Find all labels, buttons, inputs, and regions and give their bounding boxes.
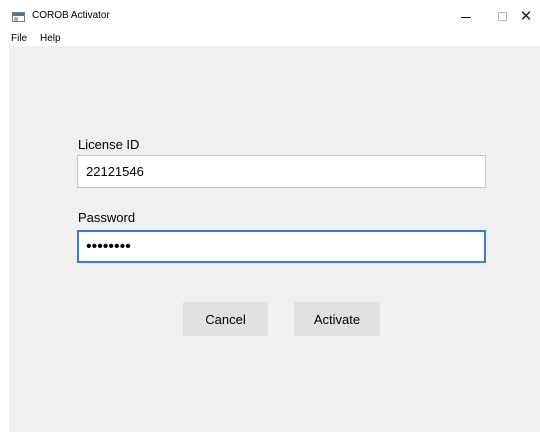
menu-bar: File Help — [0, 32, 540, 46]
window-title: COROB Activator — [32, 10, 110, 21]
title-bar[interactable]: COROB Activator ✕ — [0, 0, 540, 32]
password-input[interactable] — [77, 230, 486, 263]
activation-form: License ID Password Cancel Activate — [9, 46, 540, 432]
license-id-input[interactable] — [77, 155, 486, 188]
password-label: Password — [78, 210, 136, 225]
app-window-icon — [12, 12, 25, 22]
minimize-icon — [461, 16, 471, 18]
close-button[interactable]: ✕ — [512, 0, 540, 32]
maximize-icon — [497, 11, 507, 21]
menu-file[interactable]: File — [11, 33, 27, 44]
activate-button[interactable]: Activate — [294, 302, 380, 336]
cancel-button[interactable]: Cancel — [183, 302, 268, 336]
close-icon: ✕ — [519, 7, 533, 25]
menu-help[interactable]: Help — [40, 33, 61, 44]
license-id-label: License ID — [78, 137, 140, 152]
